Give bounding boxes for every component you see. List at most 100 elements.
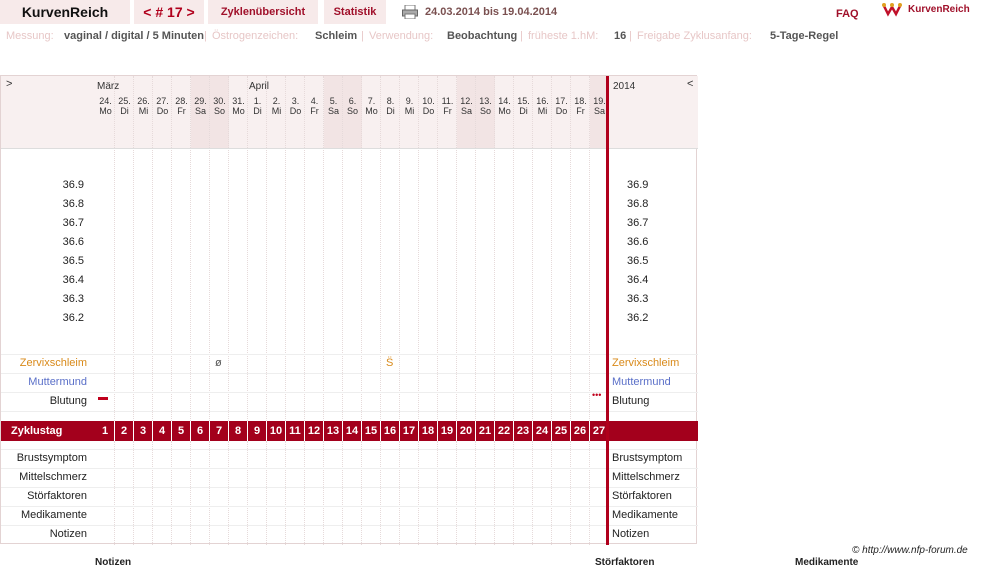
cycle-day-number[interactable]: 20: [457, 421, 476, 441]
cycle-day-number[interactable]: 7: [210, 421, 229, 441]
day-label[interactable]: 1. Di: [248, 96, 267, 116]
cervical-mucus-mark[interactable]: ø: [215, 357, 222, 369]
day-label[interactable]: 26. Mi: [134, 96, 153, 116]
cycle-day-number[interactable]: 17: [400, 421, 419, 441]
cycle-day-number[interactable]: 4: [153, 421, 172, 441]
cycle-day-number[interactable]: 1: [96, 421, 115, 441]
day-date: 13.: [479, 96, 492, 106]
cycle-day-number[interactable]: 11: [286, 421, 305, 441]
nav-next-button[interactable]: <: [687, 78, 693, 90]
cervix-label: Muttermund: [28, 376, 87, 388]
temperature-label-right: 36.4: [627, 274, 649, 286]
day-date: 25.: [118, 96, 131, 106]
temperature-label: 36.2: [62, 312, 84, 324]
temperature-label: 36.8: [62, 198, 84, 210]
cycle-day-number[interactable]: 25: [552, 421, 571, 441]
day-label[interactable]: 6. So: [343, 96, 362, 116]
temperature-label: 36.5: [62, 255, 84, 267]
cycle-navigator[interactable]: < # 17 >: [134, 0, 204, 24]
faq-link[interactable]: FAQ: [836, 8, 859, 20]
day-label[interactable]: 18. Fr: [571, 96, 590, 116]
day-label[interactable]: 11. Fr: [438, 96, 457, 116]
day-label[interactable]: 29. Sa: [191, 96, 210, 116]
day-label[interactable]: 31. Mo: [229, 96, 248, 116]
day-weekday: Fr: [443, 106, 452, 116]
day-date: 28.: [175, 96, 188, 106]
earliest-label: früheste 1.hM:: [528, 30, 599, 42]
day-date: 9.: [405, 96, 414, 106]
cycle-chart: > März April 2014 < 24. Mo 25. Di 26. Mi 27. Do…: [0, 75, 698, 545]
day-weekday: Do: [156, 106, 169, 116]
month-label: März: [97, 81, 120, 92]
cycle-day-number[interactable]: 21: [476, 421, 495, 441]
day-label[interactable]: 14. Mo: [495, 96, 514, 116]
day-label[interactable]: 13. So: [476, 96, 495, 116]
day-label[interactable]: 15. Di: [514, 96, 533, 116]
cycle-day-number[interactable]: 8: [229, 421, 248, 441]
cycle-day-number[interactable]: 23: [514, 421, 533, 441]
temperature-label: 36.6: [62, 236, 84, 248]
day-label[interactable]: 7. Mo: [362, 96, 381, 116]
temperature-label: 36.4: [62, 274, 84, 286]
day-label[interactable]: 25. Di: [115, 96, 134, 116]
divider: [1, 449, 698, 450]
cycle-day-number[interactable]: 3: [134, 421, 153, 441]
divider: [1, 148, 698, 149]
day-label[interactable]: 3. Do: [286, 96, 305, 116]
day-date: 4.: [310, 96, 319, 106]
cycle-day-number[interactable]: 26: [571, 421, 590, 441]
cycle-day-number[interactable]: 16: [381, 421, 400, 441]
day-label[interactable]: 30. So: [210, 96, 229, 116]
cycle-day-number[interactable]: 19: [438, 421, 457, 441]
day-label[interactable]: 10. Do: [419, 96, 438, 116]
cycle-day-number[interactable]: 6: [191, 421, 210, 441]
day-label[interactable]: 12. Sa: [457, 96, 476, 116]
day-label[interactable]: 5. Sa: [324, 96, 343, 116]
release-label: Freigabe Zyklusanfang:: [637, 30, 752, 42]
cycle-day-number[interactable]: 13: [324, 421, 343, 441]
medication-label-right: Medikamente: [612, 509, 679, 521]
cycle-day-number[interactable]: 22: [495, 421, 514, 441]
day-column: [400, 441, 419, 545]
day-label[interactable]: 4. Fr: [305, 96, 324, 116]
cycle-day-number[interactable]: 10: [267, 421, 286, 441]
day-label[interactable]: 9. Mi: [400, 96, 419, 116]
cycle-day-number[interactable]: 5: [172, 421, 191, 441]
tab-statistics[interactable]: Statistik: [324, 0, 386, 24]
cycle-day-number[interactable]: 24: [533, 421, 552, 441]
day-label[interactable]: 24. Mo: [96, 96, 115, 116]
day-weekday: Mo: [232, 106, 245, 116]
cycle-day-number[interactable]: 18: [419, 421, 438, 441]
cycle-day-number[interactable]: 12: [305, 421, 324, 441]
day-label[interactable]: 8. Di: [381, 96, 400, 116]
day-column: [172, 148, 191, 421]
day-column: [134, 148, 153, 421]
day-column: [248, 441, 267, 545]
bleeding-mark[interactable]: •••: [592, 390, 601, 400]
cycle-day-number[interactable]: 14: [343, 421, 362, 441]
day-label[interactable]: 2. Mi: [267, 96, 286, 116]
nav-prev-button[interactable]: >: [6, 78, 12, 90]
app-logo[interactable]: KurvenReich: [0, 0, 130, 24]
brand-right[interactable]: KurvenReich: [908, 4, 970, 15]
day-label[interactable]: 17. Do: [552, 96, 571, 116]
bleeding-label-right: Blutung: [612, 395, 650, 407]
cervical-mucus-label-right: Zervixschleim: [612, 357, 680, 369]
day-label[interactable]: 27. Do: [153, 96, 172, 116]
cycle-day-number[interactable]: 2: [115, 421, 134, 441]
day-column: [419, 148, 438, 421]
tab-cycle-overview[interactable]: Zyklenübersicht: [208, 0, 318, 24]
cervical-mucus-mark[interactable]: S̈: [386, 357, 393, 369]
printer-icon[interactable]: [402, 4, 418, 20]
notes-label: Notizen: [49, 528, 87, 540]
day-label[interactable]: 28. Fr: [172, 96, 191, 116]
cycle-day-number[interactable]: 9: [248, 421, 267, 441]
cycle-day-number[interactable]: 15: [362, 421, 381, 441]
bleeding-mark[interactable]: ▬: [98, 392, 108, 403]
cervix-label-right: Muttermund: [612, 376, 671, 388]
day-label[interactable]: 16. Mi: [533, 96, 552, 116]
temperature-label-right: 36.8: [627, 198, 649, 210]
medication-label: Medikamente: [20, 509, 87, 521]
day-date: 12.: [460, 96, 473, 106]
day-column: [552, 148, 571, 421]
